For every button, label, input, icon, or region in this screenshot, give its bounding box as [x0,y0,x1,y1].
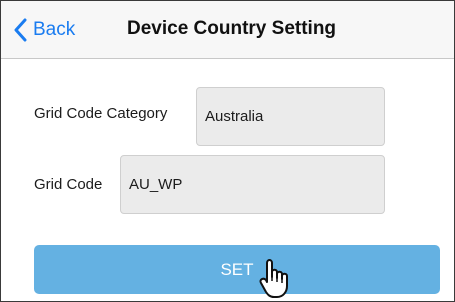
grid-code-field[interactable]: AU_WP [120,155,385,214]
app-frame: Back Device Country Setting Grid Code Ca… [0,0,455,302]
page-title: Device Country Setting [127,18,337,39]
back-button[interactable]: Back [13,15,75,45]
grid-code-label: Grid Code [34,176,103,193]
set-button[interactable]: SET [34,245,440,294]
grid-code-category-label: Grid Code Category [34,105,168,122]
grid-code-category-field[interactable]: Australia [196,87,385,146]
pointing-hand-icon [259,259,288,298]
back-label: Back [33,19,76,40]
navigation-bar: Back Device Country Setting [1,1,454,59]
set-button-label: SET [220,259,254,279]
chevron-left-icon [14,18,27,42]
